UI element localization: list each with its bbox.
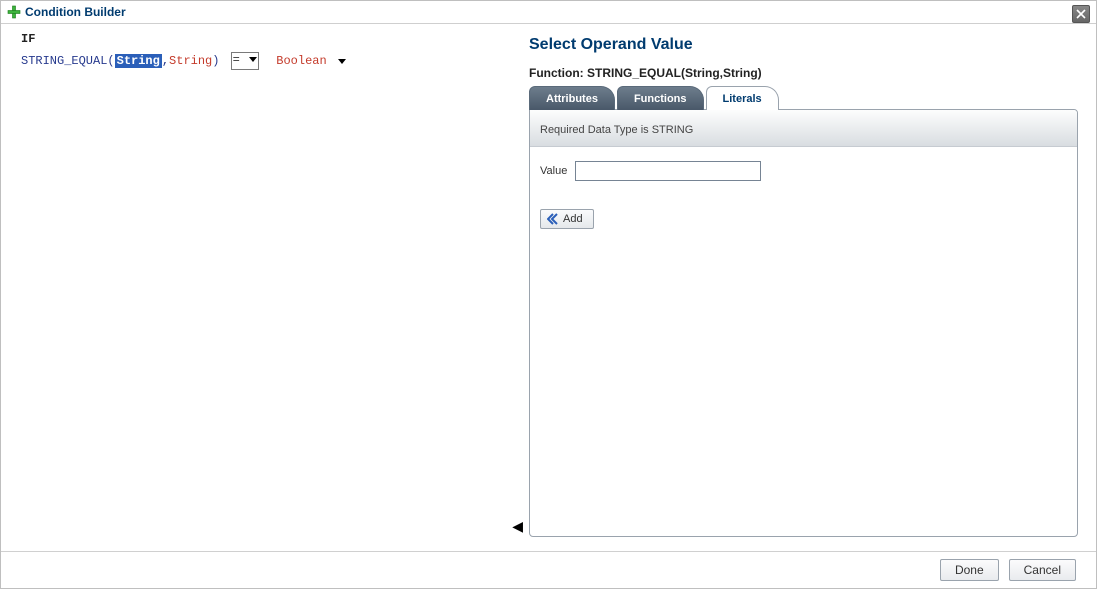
body-area: IF STRING_EQUAL(String,String) = Boolean… [1, 24, 1096, 547]
expression-line: STRING_EQUAL(String,String) = Boolean [21, 52, 521, 70]
operand-pane: Select Operand Value Function: STRING_EQ… [521, 24, 1096, 547]
value-label: Value [540, 165, 567, 177]
close-paren: ) [212, 54, 219, 68]
cancel-button[interactable]: Cancel [1009, 559, 1076, 581]
chevron-down-icon [249, 57, 257, 62]
done-button[interactable]: Done [940, 559, 999, 581]
operator-dropdown[interactable]: = [231, 52, 259, 70]
value-input[interactable] [575, 161, 761, 181]
arg-separator: , [162, 54, 169, 68]
open-paren: ( [107, 54, 114, 68]
tab-content-literals: Required Data Type is STRING Value Add [529, 109, 1078, 537]
select-operand-title: Select Operand Value [529, 36, 1078, 54]
argument-1-selected[interactable]: String [115, 54, 162, 68]
tab-attributes[interactable]: Attributes [529, 86, 615, 110]
value-row: Value [530, 147, 1077, 181]
required-type-text: Required Data Type is STRING [530, 110, 1077, 147]
tab-label: Literals [723, 93, 762, 105]
tab-label: Attributes [546, 93, 598, 105]
dialog-title: Condition Builder [25, 5, 126, 19]
chevron-down-icon [338, 59, 346, 64]
tab-functions[interactable]: Functions [617, 86, 704, 110]
tab-literals[interactable]: Literals [706, 86, 779, 110]
close-button[interactable] [1072, 5, 1090, 23]
tab-label: Functions [634, 93, 687, 105]
function-name[interactable]: STRING_EQUAL [21, 54, 107, 68]
tab-bar: Attributes Functions Literals [529, 86, 1078, 110]
title-bar: Condition Builder [1, 1, 1096, 24]
condition-builder-dialog: Condition Builder IF STRING_EQUAL(String… [0, 0, 1097, 589]
add-button-label: Add [563, 213, 583, 225]
collapse-handle[interactable]: ◀ [512, 518, 523, 535]
done-button-label: Done [955, 563, 984, 577]
operator-value: = [233, 53, 240, 67]
result-type-value: Boolean [276, 54, 326, 68]
expression-pane: IF STRING_EQUAL(String,String) = Boolean… [1, 24, 521, 547]
plus-icon [7, 5, 21, 19]
cancel-button-label: Cancel [1024, 563, 1061, 577]
add-button[interactable]: Add [540, 209, 594, 229]
dialog-footer: Done Cancel [1, 551, 1096, 588]
result-type-dropdown[interactable]: Boolean [276, 54, 346, 68]
argument-2[interactable]: String [169, 54, 212, 68]
function-signature: Function: STRING_EQUAL(String,String) [529, 66, 1078, 80]
back-arrow-icon [547, 213, 559, 225]
if-keyword: IF [21, 32, 521, 46]
